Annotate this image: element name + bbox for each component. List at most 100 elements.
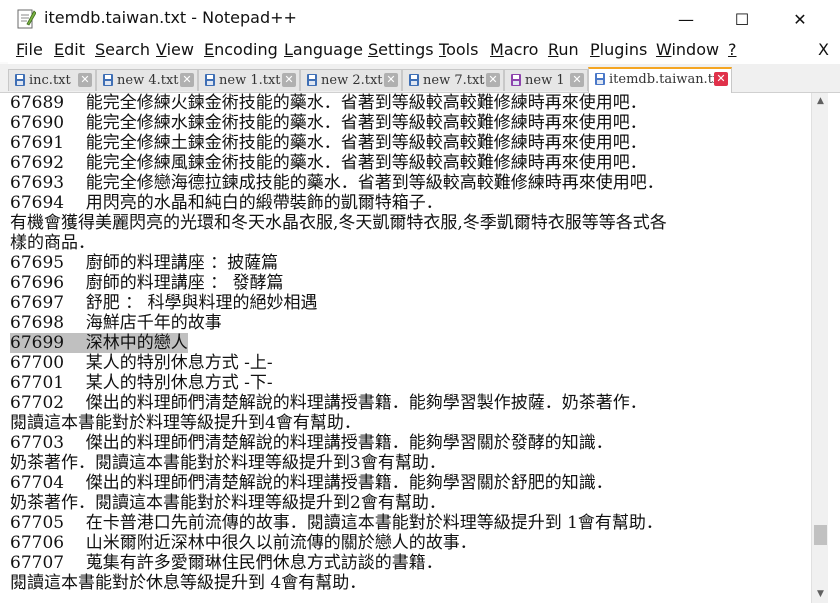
- menu-item-label: indow: [671, 40, 720, 59]
- tab-label: new 4.txt: [117, 73, 179, 88]
- tab-close-icon[interactable]: ✕: [714, 72, 728, 86]
- editor-line[interactable]: 67694 用閃亮的水晶和純白的緞帶裝飾的凱爾特箱子．: [10, 193, 443, 213]
- editor-line[interactable]: 67705 在卡普港口先前流傳的故事．閱讀這本書能對於料理等級提升到 1會有幫助…: [10, 513, 663, 533]
- minimize-button[interactable]: —: [658, 0, 714, 38]
- menu-item-label: dit: [64, 40, 85, 59]
- line-text: 67700 某人的特別休息方式 -上-: [10, 353, 273, 373]
- tab-close-icon[interactable]: ✕: [78, 73, 92, 87]
- menu-item[interactable]: Encoding: [204, 40, 278, 59]
- menu-item[interactable]: Window: [656, 40, 719, 59]
- file-save-state-icon: [409, 74, 419, 86]
- tab[interactable]: new 7.txt ✕: [402, 69, 504, 91]
- maximize-icon: ☐: [734, 9, 750, 29]
- menu-item-accelerator: L: [284, 40, 293, 59]
- menu-item-accelerator: E: [54, 40, 65, 59]
- menu-item[interactable]: File: [16, 40, 43, 59]
- menu-item[interactable]: ?: [728, 40, 737, 59]
- tab[interactable]: inc.txt ✕: [8, 69, 96, 91]
- menu-item[interactable]: Settings: [368, 40, 434, 59]
- editor-line[interactable]: 有機會獲得美麗閃亮的光環和冬天水晶衣服,冬天凱爾特衣服,冬季凱爾特衣服等等各式各: [10, 213, 667, 233]
- menu-item-accelerator: F: [16, 40, 25, 59]
- menu-item-label: anguage: [292, 40, 363, 59]
- menu-item[interactable]: Edit: [54, 40, 85, 59]
- editor-line[interactable]: 67706 山米爾附近深林中很久以前流傳的關於戀人的故事．: [10, 533, 477, 553]
- editor-line[interactable]: 67704 傑出的料理師們清楚解說的料理講授書籍．能夠學習關於舒肥的知識．: [10, 473, 613, 493]
- menu-item-label: ools: [446, 40, 479, 59]
- editor-line[interactable]: 67707 蒐集有許多愛爾琳住民們休息方式訪談的書籍．: [10, 553, 443, 573]
- tab-label: inc.txt: [29, 73, 71, 88]
- line-text: 67689 能完全修練火鍊金術技能的藥水．省著到等級較高較難修練時再來使用吧．: [10, 93, 647, 113]
- text-editor[interactable]: 67689 能完全修練火鍊金術技能的藥水．省著到等級較高較難修練時再來使用吧． 6…: [0, 93, 811, 603]
- scrollbar-thumb[interactable]: [814, 525, 827, 545]
- editor-line[interactable]: 67701 某人的特別休息方式 -下-: [10, 373, 273, 393]
- scroll-up-icon[interactable]: ▲: [812, 93, 829, 110]
- tab[interactable]: new 4.txt ✕: [96, 69, 198, 91]
- editor-line[interactable]: 67700 某人的特別休息方式 -上-: [10, 353, 273, 373]
- line-text: 67691 能完全修練土鍊金術技能的藥水．省著到等級較高較難修練時再來使用吧．: [10, 133, 647, 153]
- tab[interactable]: itemdb.taiwan.txt ✕: [588, 67, 732, 93]
- tab[interactable]: new 2.txt ✕: [300, 69, 402, 91]
- tab-close-icon[interactable]: ✕: [180, 73, 194, 87]
- menu-item[interactable]: Plugins: [590, 40, 647, 59]
- menu-item-label: iew: [166, 40, 194, 59]
- menu-item[interactable]: Run: [548, 40, 579, 59]
- menu-item-accelerator: S: [95, 40, 106, 59]
- tab-label: itemdb.taiwan.txt: [609, 72, 726, 87]
- editor-line[interactable]: 奶茶著作．閱讀這本書能對於料理等級提升到2會有幫助．: [10, 493, 446, 513]
- editor-line[interactable]: 67693 能完全修戀海德拉鍊成技能的藥水．省著到等級較高較難修練時再來使用吧．: [10, 173, 664, 193]
- line-text: 67701 某人的特別休息方式 -下-: [10, 373, 273, 393]
- close-icon: ✕: [793, 9, 807, 29]
- editor-line[interactable]: 67690 能完全修練水鍊金術技能的藥水．省著到等級較高較難修練時再來使用吧．: [10, 113, 647, 133]
- line-text: 67697 舒肥 ： 科學與料理的絕妙相遇: [10, 293, 318, 313]
- menu-item[interactable]: Search: [95, 40, 150, 59]
- editor-line[interactable]: 67691 能完全修練土鍊金術技能的藥水．省著到等級較高較難修練時再來使用吧．: [10, 133, 647, 153]
- maximize-button[interactable]: ☐: [714, 0, 770, 38]
- menu-item-label: ile: [24, 40, 43, 59]
- vertical-scrollbar[interactable]: ▲ ▼: [811, 93, 829, 603]
- editor-line[interactable]: 67692 能完全修練風鍊金術技能的藥水．省著到等級較高較難修練時再來使用吧．: [10, 153, 647, 173]
- menu-item[interactable]: Macro: [490, 40, 538, 59]
- tab-close-icon[interactable]: ✕: [282, 73, 296, 87]
- editor-line[interactable]: 67703 傑出的料理師們清楚解說的料理講授書籍．能夠學習關於發酵的知識．: [10, 433, 613, 453]
- menu-item[interactable]: View: [156, 40, 194, 59]
- tab-close-icon[interactable]: ✕: [384, 73, 398, 87]
- title-bar[interactable]: itemdb.taiwan.txt - Notepad++ — ☐ ✕: [0, 0, 840, 38]
- notepadpp-window: itemdb.taiwan.txt - Notepad++ — ☐ ✕ File…: [0, 0, 840, 603]
- editor-line[interactable]: 67695 廚師的料理講座 ：披薩篇: [10, 253, 278, 273]
- line-text: 閱讀這本書能對於料理等級提升到4會有幫助．: [10, 413, 361, 433]
- menu-item[interactable]: Language: [284, 40, 363, 59]
- menu-item-label: acro: [503, 40, 539, 59]
- line-text: 67692 能完全修練風鍊金術技能的藥水．省著到等級較高較難修練時再來使用吧．: [10, 153, 647, 173]
- line-text: 67694 用閃亮的水晶和純白的緞帶裝飾的凱爾特箱子．: [10, 193, 443, 213]
- file-save-state-icon: [205, 74, 215, 86]
- menu-item-label: earch: [105, 40, 150, 59]
- line-text: 67693 能完全修戀海德拉鍊成技能的藥水．省著到等級較高較難修練時再來使用吧．: [10, 173, 664, 193]
- line-text: 67703 傑出的料理師們清楚解說的料理講授書籍．能夠學習關於發酵的知識．: [10, 433, 613, 453]
- tab[interactable]: new 1.txt ✕: [198, 69, 300, 91]
- editor-line[interactable]: 67696 廚師的料理講座 ： 發酵篇: [10, 273, 284, 293]
- close-document-button[interactable]: X: [818, 40, 829, 59]
- editor-line[interactable]: 67699 深林中的戀人: [10, 333, 188, 353]
- editor-line[interactable]: 67702 傑出的料理師們清楚解說的料理講授書籍．能夠學習製作披薩．奶茶著作．: [10, 393, 647, 413]
- scroll-down-icon[interactable]: ▼: [812, 586, 829, 603]
- editor-line[interactable]: 67689 能完全修練火鍊金術技能的藥水．省著到等級較高較難修練時再來使用吧．: [10, 93, 647, 113]
- tab[interactable]: new 1 ✕: [504, 69, 588, 91]
- menu-item[interactable]: Tools: [439, 40, 478, 59]
- editor-line[interactable]: 奶茶著作．閱讀這本書能對於料理等級提升到3會有幫助．: [10, 453, 446, 473]
- tab-close-icon[interactable]: ✕: [570, 73, 584, 87]
- editor-line[interactable]: 樣的商品．: [10, 233, 95, 253]
- tab-close-icon[interactable]: ✕: [486, 73, 500, 87]
- menu-item-accelerator: R: [548, 40, 559, 59]
- line-text: 奶茶著作．閱讀這本書能對於料理等級提升到3會有幫助．: [10, 453, 446, 473]
- editor-line[interactable]: 閱讀這本書能對於休息等級提升到 4會有幫助．: [10, 573, 366, 593]
- file-save-state-icon: [307, 74, 317, 86]
- editor-line[interactable]: 閱讀這本書能對於料理等級提升到4會有幫助．: [10, 413, 361, 433]
- editor-line[interactable]: 67698 海鮮店千年的故事: [10, 313, 222, 333]
- file-save-state-icon: [595, 73, 605, 85]
- tab-bar: inc.txt ✕ new 4.txt ✕ new 1.txt ✕ new 2.txt ✕ ne…: [0, 64, 840, 93]
- close-button[interactable]: ✕: [772, 0, 828, 38]
- line-text: 67707 蒐集有許多愛爾琳住民們休息方式訪談的書籍．: [10, 553, 443, 573]
- editor-line[interactable]: 67697 舒肥 ： 科學與料理的絕妙相遇: [10, 293, 318, 313]
- line-text: 閱讀這本書能對於休息等級提升到 4會有幫助．: [10, 573, 367, 593]
- tab-label: new 1: [525, 73, 565, 88]
